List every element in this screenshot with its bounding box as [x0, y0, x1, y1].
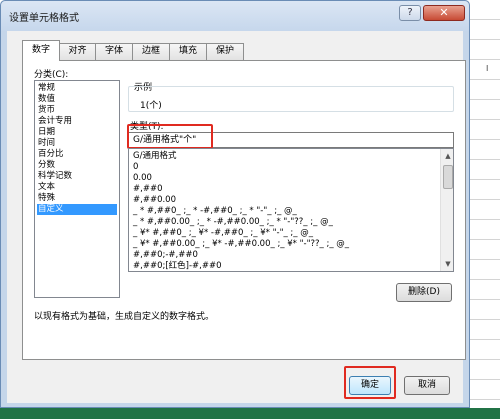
format-item[interactable]: _ * #,##0_ ;_ * -#,##0_ ;_ * "-"_ ;_ @_: [133, 206, 297, 216]
category-item[interactable]: 分数: [37, 160, 117, 171]
category-item-selected[interactable]: 自定义: [37, 204, 117, 215]
sample-value: 1(个): [140, 101, 162, 111]
tab-fill[interactable]: 填充: [169, 43, 207, 60]
close-button[interactable]: ✕: [423, 5, 465, 21]
category-item[interactable]: 会计专用: [37, 116, 117, 127]
category-label: 分类(C):: [34, 70, 69, 80]
format-list[interactable]: G/通用格式 0 0.00 #,##0 #,##0.00 _ * #,##0_ …: [128, 148, 454, 272]
highlight-annotation-ok: [344, 366, 396, 399]
help-button[interactable]: ?: [399, 5, 421, 21]
sample-group: [128, 86, 454, 112]
format-item[interactable]: 0.00: [133, 173, 152, 183]
dialog-titlebar[interactable]: 设置单元格格式 ? ✕: [1, 1, 469, 31]
format-item[interactable]: #,##0;[红色]-#,##0: [133, 261, 222, 271]
delete-button[interactable]: 删除(D): [396, 283, 452, 302]
sheet-status-bar: [0, 408, 500, 419]
category-item[interactable]: 科学记数: [37, 171, 117, 182]
scroll-down-icon[interactable]: ▼: [442, 258, 453, 270]
tab-alignment[interactable]: 对齐: [59, 43, 96, 60]
category-list[interactable]: 常规 数值 货币 会计专用 日期 时间 百分比 分数 科学记数 文本 特殊 自定…: [34, 80, 120, 298]
format-item[interactable]: #,##0: [133, 184, 162, 194]
category-item[interactable]: 特殊: [37, 193, 117, 204]
format-item[interactable]: _ ¥* #,##0.00_ ;_ ¥* -#,##0.00_ ;_ ¥* "-…: [133, 239, 349, 249]
format-list-scrollbar[interactable]: ▲ ▼: [440, 149, 453, 271]
format-item[interactable]: #,##0;-#,##0: [133, 250, 198, 260]
format-item[interactable]: #,##0.00: [133, 195, 176, 205]
sheet-right-label: I: [486, 64, 489, 73]
cancel-button[interactable]: 取消: [404, 376, 450, 395]
tab-number[interactable]: 数字: [22, 40, 60, 61]
category-item[interactable]: 常规: [37, 83, 117, 94]
category-item[interactable]: 百分比: [37, 149, 117, 160]
format-item[interactable]: _ ¥* #,##0_ ;_ ¥* -#,##0_ ;_ ¥* "-"_ ;_ …: [133, 228, 313, 238]
dialog-title: 设置单元格格式: [9, 13, 79, 24]
category-item[interactable]: 日期: [37, 127, 117, 138]
format-item[interactable]: G/通用格式: [133, 151, 176, 161]
format-item[interactable]: 0: [133, 162, 138, 172]
description-text: 以现有格式为基础，生成自定义的数字格式。: [34, 312, 215, 322]
tab-border[interactable]: 边框: [132, 43, 170, 60]
category-item[interactable]: 文本: [37, 182, 117, 193]
scroll-up-icon[interactable]: ▲: [442, 150, 453, 162]
tab-font[interactable]: 字体: [95, 43, 133, 60]
category-item[interactable]: 货币: [37, 105, 117, 116]
category-item[interactable]: 数值: [37, 94, 117, 105]
scroll-thumb[interactable]: [443, 165, 453, 189]
tab-protection[interactable]: 保护: [206, 43, 244, 60]
category-item[interactable]: 时间: [37, 138, 117, 149]
format-item[interactable]: _ * #,##0.00_ ;_ * -#,##0.00_ ;_ * "-"??…: [133, 217, 333, 227]
highlight-annotation-type: [127, 124, 213, 149]
